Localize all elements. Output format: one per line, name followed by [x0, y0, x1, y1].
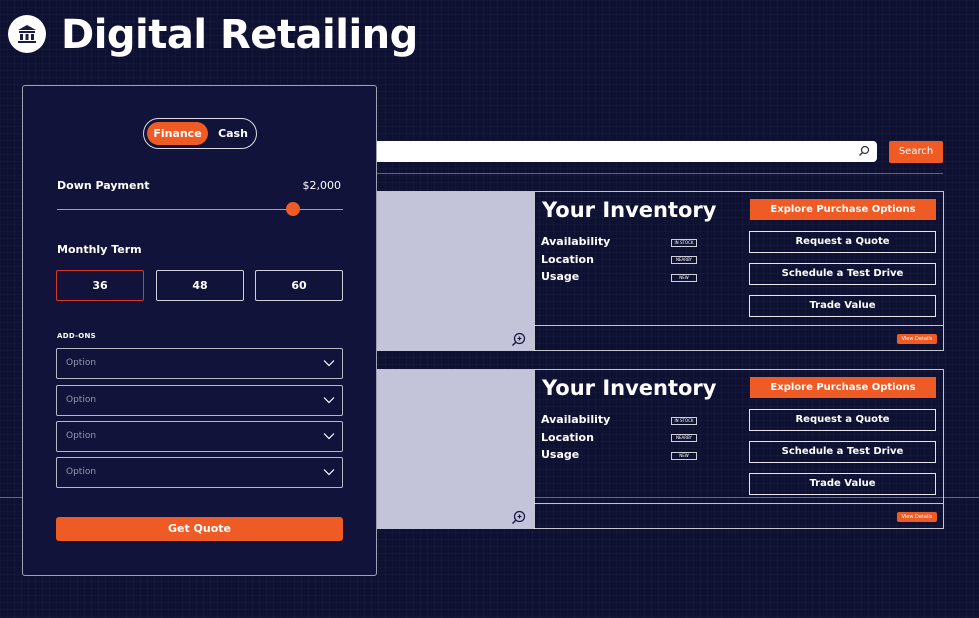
get-quote-button[interactable]: Get Quote [56, 517, 343, 541]
toggle-cash[interactable]: Cash [211, 122, 255, 145]
inventory-card: Your Inventory Availability IN STOCK Loc… [376, 369, 944, 529]
spec-label-location: Location [541, 431, 594, 444]
app-title: Digital Retailing [61, 12, 418, 58]
request-quote-button[interactable]: Request a Quote [749, 231, 936, 253]
request-quote-button[interactable]: Request a Quote [749, 409, 936, 431]
addons-label: ADD-ONS [57, 332, 97, 340]
down-payment-label: Down Payment [57, 179, 150, 192]
status-badge: NEW [671, 452, 697, 460]
select-value: Option [66, 467, 97, 477]
zoom-in-icon[interactable] [511, 332, 526, 347]
inventory-title: Your Inventory [542, 376, 717, 400]
term-option-36[interactable]: 36 [56, 270, 144, 301]
addon-select[interactable]: Option [56, 421, 343, 452]
toggle-finance[interactable]: Finance [147, 122, 208, 145]
divider [534, 192, 535, 351]
term-option-60[interactable]: 60 [255, 270, 343, 301]
spec-label-availability: Availability [541, 413, 611, 426]
chevron-down-icon [323, 397, 335, 404]
chevron-down-icon [323, 433, 335, 440]
select-value: Option [66, 358, 97, 368]
spec-label-usage: Usage [541, 270, 580, 283]
search-button[interactable]: Search [889, 141, 943, 163]
dealership-icon [18, 25, 36, 43]
spec-label-usage: Usage [541, 448, 580, 461]
addon-select[interactable]: Option [56, 457, 343, 488]
trade-value-button[interactable]: Trade Value [749, 295, 936, 317]
select-value: Option [66, 395, 97, 405]
payment-type-toggle: Finance Cash [143, 118, 257, 149]
schedule-test-drive-button[interactable]: Schedule a Test Drive [749, 441, 936, 463]
vehicle-image-placeholder[interactable] [376, 192, 534, 351]
finance-panel: Finance Cash Down Payment $2,000 Monthly… [22, 85, 377, 576]
divider [534, 370, 535, 529]
divider [376, 173, 943, 174]
explore-purchase-options-button[interactable]: Explore Purchase Options [750, 377, 936, 398]
chevron-down-icon [323, 469, 335, 476]
explore-purchase-options-button[interactable]: Explore Purchase Options [750, 199, 936, 220]
spec-label-availability: Availability [541, 235, 611, 248]
down-payment-value: $2,000 [302, 179, 342, 192]
trade-value-button[interactable]: Trade Value [749, 473, 936, 495]
divider [534, 325, 943, 326]
term-option-48[interactable]: 48 [156, 270, 244, 301]
monthly-term-label: Monthly Term [57, 243, 142, 256]
spec-label-location: Location [541, 253, 594, 266]
search-icon[interactable] [858, 145, 870, 157]
inventory-card: Your Inventory Availability IN STOCK Loc… [376, 191, 944, 351]
status-badge: NEARBY [671, 256, 697, 264]
select-value: Option [66, 431, 97, 441]
schedule-test-drive-button[interactable]: Schedule a Test Drive [749, 263, 936, 285]
status-badge: NEARBY [671, 434, 697, 442]
search-input[interactable] [340, 141, 877, 162]
zoom-in-icon[interactable] [511, 510, 526, 525]
addon-select[interactable]: Option [56, 385, 343, 416]
chevron-down-icon [323, 360, 335, 367]
view-details-button[interactable]: View Details [897, 512, 937, 522]
brand-logo [8, 15, 46, 53]
down-payment-slider[interactable] [57, 209, 343, 210]
addon-select[interactable]: Option [56, 348, 343, 379]
view-details-button[interactable]: View Details [897, 334, 937, 344]
status-badge: NEW [671, 274, 697, 282]
vehicle-image-placeholder[interactable] [376, 370, 534, 529]
divider [534, 503, 943, 504]
status-badge: IN STOCK [671, 417, 697, 425]
slider-handle[interactable] [286, 202, 300, 216]
inventory-title: Your Inventory [542, 198, 717, 222]
status-badge: IN STOCK [671, 239, 697, 247]
